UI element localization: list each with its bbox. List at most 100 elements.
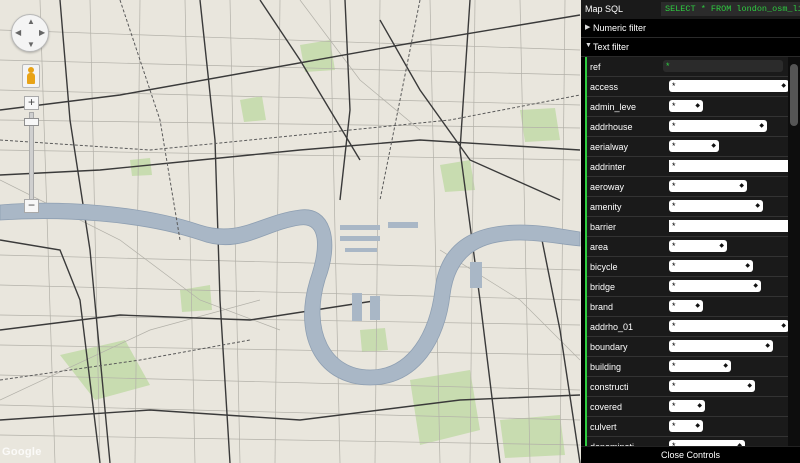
filter-select[interactable]: * ◆ <box>669 120 767 132</box>
select-caret-icon: ◆ <box>695 303 700 309</box>
filter-name-label: constructi <box>590 382 629 392</box>
filter-row: culvert * ◆ <box>587 417 800 437</box>
filter-row: boundary * ◆ <box>587 337 800 357</box>
filter-select[interactable]: * ◆ <box>669 200 763 212</box>
filter-value: * <box>672 101 676 111</box>
filter-row: covered * ◆ <box>587 397 800 417</box>
filter-select[interactable]: * ◆ <box>669 80 789 92</box>
pan-left-icon[interactable]: ◀ <box>15 29 21 37</box>
filter-scrollbar[interactable] <box>788 57 800 446</box>
filter-name-label: boundary <box>590 342 628 352</box>
filter-value: * <box>672 361 676 371</box>
filter-row: aerialway * ◆ <box>587 137 800 157</box>
zoom-in-button[interactable]: + <box>24 96 39 110</box>
filter-name-label: brand <box>590 302 614 312</box>
select-caret-icon: ◆ <box>711 143 716 149</box>
filter-select[interactable]: * ◆ <box>669 420 703 432</box>
numeric-filter-label: Numeric filter <box>593 23 647 33</box>
filter-row: barrier * <box>587 217 800 237</box>
park-area <box>520 108 560 142</box>
filter-text-input[interactable]: * <box>669 220 789 232</box>
zoom-slider-handle[interactable] <box>24 118 39 126</box>
select-caret-icon: ◆ <box>695 103 700 109</box>
park-area <box>300 40 335 72</box>
pan-right-icon[interactable]: ▶ <box>39 29 45 37</box>
filter-row: addrhouse * ◆ <box>587 117 800 137</box>
map-sql-label: Map SQL <box>585 4 624 14</box>
filter-value: * <box>672 161 676 171</box>
filter-scrollbar-thumb[interactable] <box>790 64 798 126</box>
filter-name-label: aeroway <box>590 182 625 192</box>
numeric-filter-header[interactable]: ▶ Numeric filter <box>581 19 800 38</box>
close-controls-button[interactable]: Close Controls <box>581 446 800 463</box>
zoom-out-button[interactable]: − <box>24 199 39 213</box>
filter-row: bridge * ◆ <box>587 277 800 297</box>
filter-row: admin_leve * ◆ <box>587 97 800 117</box>
filter-select[interactable]: * ◆ <box>669 320 789 332</box>
filter-name-label: ref <box>590 62 601 72</box>
filter-row: aeroway * ◆ <box>587 177 800 197</box>
filter-select[interactable]: * ◆ <box>669 400 705 412</box>
expanded-triangle-icon: ▼ <box>585 42 592 49</box>
filter-value: * <box>672 341 676 351</box>
filter-row: constructi * ◆ <box>587 377 800 397</box>
select-caret-icon: ◆ <box>745 263 750 269</box>
filter-name-label: aerialway <box>590 142 629 152</box>
filter-name-label: building <box>590 362 622 372</box>
filter-text-input[interactable]: * <box>669 160 789 172</box>
select-caret-icon: ◆ <box>739 183 744 189</box>
select-caret-icon: ◆ <box>759 123 764 129</box>
select-caret-icon: ◆ <box>753 283 758 289</box>
pan-up-icon[interactable]: ▲ <box>27 18 35 26</box>
select-caret-icon: ◆ <box>695 423 700 429</box>
pegman-body <box>27 73 35 84</box>
filter-select[interactable]: * ◆ <box>669 300 703 312</box>
map-sql-row: Map SQL SELECT * FROM london_osm_line <box>581 0 800 19</box>
filter-row: building * ◆ <box>587 357 800 377</box>
filter-select[interactable]: * ◆ <box>669 100 703 112</box>
filter-value: * <box>666 61 670 71</box>
filter-name-label: barrier <box>590 222 617 232</box>
select-caret-icon: ◆ <box>755 203 760 209</box>
filter-name-label: addrinter <box>590 162 626 172</box>
filter-select[interactable]: * ◆ <box>669 260 753 272</box>
text-filter-header[interactable]: ▼ Text filter <box>581 38 800 57</box>
select-caret-icon: ◆ <box>697 403 702 409</box>
pan-down-icon[interactable]: ▼ <box>27 41 35 49</box>
text-filter-label: Text filter <box>593 42 630 52</box>
filter-name-label: culvert <box>590 422 617 432</box>
filter-value: * <box>672 181 676 191</box>
filter-row: addrho_01 * ◆ <box>587 317 800 337</box>
filter-select[interactable]: * ◆ <box>669 180 747 192</box>
collapsed-triangle-icon: ▶ <box>585 24 591 31</box>
filter-value: * <box>672 221 676 231</box>
filter-name-label: addrho_01 <box>590 322 634 332</box>
filter-select[interactable]: * ◆ <box>669 140 719 152</box>
select-caret-icon: ◆ <box>765 343 770 349</box>
select-caret-icon: ◆ <box>719 243 724 249</box>
select-caret-icon: ◆ <box>747 383 752 389</box>
filter-value: * <box>672 321 676 331</box>
filter-name-label: covered <box>590 402 623 412</box>
park-area <box>240 96 266 122</box>
pegman-icon[interactable] <box>22 64 40 88</box>
filter-row: amenity * ◆ <box>587 197 800 217</box>
filter-value: * <box>672 301 676 311</box>
filter-value: * <box>672 401 676 411</box>
filter-select[interactable]: * ◆ <box>669 280 761 292</box>
park-area <box>360 328 388 352</box>
map-sql-input[interactable]: SELECT * FROM london_osm_line <box>661 2 800 16</box>
filter-row: ref * <box>587 57 800 77</box>
filter-value: * <box>672 201 676 211</box>
filter-text-input[interactable]: * <box>663 60 783 72</box>
park-area <box>440 160 475 192</box>
text-filter-list[interactable]: ref * access * ◆ admin_leve * ◆ addrhouse * ◆ aeria… <box>585 57 800 446</box>
filter-select[interactable]: * ◆ <box>669 380 755 392</box>
google-logo: Google <box>2 446 42 458</box>
control-panel: Map SQL SELECT * FROM london_osm_line ▶ … <box>581 0 800 463</box>
filter-select[interactable]: * ◆ <box>669 340 773 352</box>
filter-select[interactable]: * ◆ <box>669 240 727 252</box>
filter-value: * <box>672 81 676 91</box>
pan-control[interactable]: ▲ ▼ ◀ ▶ <box>11 14 49 52</box>
filter-select[interactable]: * ◆ <box>669 360 731 372</box>
